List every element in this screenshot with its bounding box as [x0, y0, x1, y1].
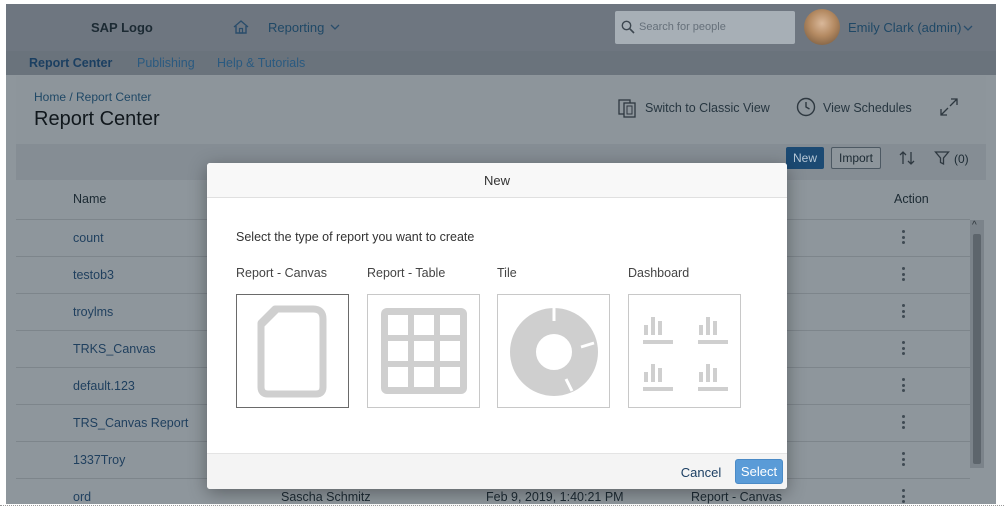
more-actions-icon[interactable]	[900, 304, 906, 320]
switch-view-icon[interactable]	[617, 96, 639, 118]
report-name-link[interactable]: troylms	[73, 305, 113, 319]
more-actions-icon[interactable]	[900, 489, 906, 504]
tab-bar: Report Center Publishing Help & Tutorial…	[6, 51, 996, 75]
table-grid-icon	[381, 308, 467, 394]
option-tile[interactable]	[497, 294, 610, 408]
dialog-title: New	[207, 163, 787, 198]
report-modified: Feb 9, 2019, 1:40:21 PM	[486, 490, 624, 504]
report-name-link[interactable]: TRS_Canvas Report	[73, 416, 188, 430]
report-name-link[interactable]: default.123	[73, 379, 135, 393]
donut-chart-icon	[510, 307, 598, 396]
option-report-table[interactable]	[367, 294, 480, 408]
column-header-name[interactable]: Name	[73, 192, 106, 206]
sap-logo[interactable]: SAP Logo	[91, 20, 153, 35]
option-label-table: Report - Table	[367, 266, 446, 280]
filter-count[interactable]: (0)	[954, 152, 969, 166]
option-report-canvas[interactable]	[236, 294, 349, 408]
breadcrumb[interactable]: Home / Report Center	[34, 90, 151, 104]
search-placeholder: Search for people	[639, 21, 726, 33]
divider	[0, 505, 1004, 506]
more-actions-icon[interactable]	[900, 415, 906, 431]
tab-report-center[interactable]: Report Center	[29, 56, 112, 70]
document-icon	[257, 305, 327, 398]
home-icon[interactable]	[232, 18, 250, 36]
user-menu[interactable]: Emily Clark (admin)	[848, 20, 961, 35]
more-actions-icon[interactable]	[900, 378, 906, 394]
report-name-link[interactable]: testob3	[73, 268, 114, 282]
select-button[interactable]: Select	[735, 459, 783, 484]
option-dashboard[interactable]	[628, 294, 741, 408]
dialog-prompt: Select the type of report you want to cr…	[236, 230, 475, 244]
view-schedules-button[interactable]: View Schedules	[823, 101, 912, 115]
more-actions-icon[interactable]	[900, 341, 906, 357]
column-header-action: Action	[894, 192, 929, 206]
report-owner: Sascha Schmitz	[281, 490, 371, 504]
import-button[interactable]: Import	[831, 147, 881, 169]
dialog-footer: Cancel Select	[207, 453, 787, 489]
table-scrollbar[interactable]: ^	[970, 220, 984, 468]
option-label-dashboard: Dashboard	[628, 266, 690, 280]
page-header: Home / Report Center Report Center Switc…	[16, 76, 986, 144]
fullscreen-icon[interactable]	[938, 96, 960, 118]
filter-icon[interactable]	[934, 150, 950, 166]
dashboard-bars-icon	[643, 317, 728, 391]
scroll-up-icon[interactable]: ^	[972, 220, 977, 231]
search-icon	[621, 20, 635, 34]
scroll-thumb[interactable]	[973, 234, 981, 464]
option-label-canvas: Report - Canvas	[236, 266, 328, 280]
cancel-button[interactable]: Cancel	[675, 460, 727, 484]
report-name-link[interactable]: TRKS_Canvas	[73, 342, 156, 356]
page-title: Report Center	[34, 108, 160, 130]
chevron-down-icon[interactable]	[330, 22, 340, 32]
switch-classic-view-button[interactable]: Switch to Classic View	[645, 101, 770, 115]
reporting-menu[interactable]: Reporting	[268, 20, 324, 35]
more-actions-icon[interactable]	[900, 230, 906, 246]
more-actions-icon[interactable]	[900, 267, 906, 283]
clock-icon[interactable]	[795, 96, 817, 118]
tab-help-tutorials[interactable]: Help & Tutorials	[217, 56, 305, 70]
avatar[interactable]	[804, 9, 840, 45]
chevron-down-icon[interactable]	[963, 23, 973, 33]
new-report-dialog: New Select the type of report you want t…	[207, 163, 787, 489]
sort-icon[interactable]	[898, 150, 916, 166]
report-name-link[interactable]: ord	[73, 490, 91, 504]
report-type: Report - Canvas	[691, 490, 783, 504]
report-name-link[interactable]: count	[73, 231, 104, 245]
report-name-link[interactable]: 1337Troy	[73, 453, 125, 467]
new-button[interactable]: New	[786, 147, 824, 169]
option-label-tile: Tile	[497, 266, 517, 280]
more-actions-icon[interactable]	[900, 452, 906, 468]
shell-bar: SAP Logo Reporting Search for people Emi…	[6, 4, 996, 51]
search-input[interactable]: Search for people	[615, 11, 795, 44]
tab-publishing[interactable]: Publishing	[137, 56, 195, 70]
